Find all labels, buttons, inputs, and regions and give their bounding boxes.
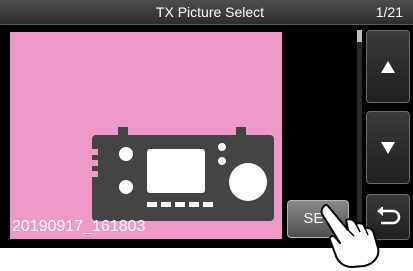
scroll-down-button[interactable] [366, 111, 410, 184]
title-bar: TX Picture Select 1/21 [0, 0, 413, 25]
picture-preview[interactable]: 20190917_161803 [10, 32, 282, 239]
screen-title: TX Picture Select [155, 4, 265, 20]
scroll-up-button[interactable] [366, 30, 410, 103]
scrollbar-thumb[interactable] [357, 30, 362, 42]
triangle-down-icon [381, 141, 395, 154]
triangle-up-icon [381, 60, 395, 73]
pointing-hand-icon [320, 204, 380, 268]
transceiver-picture [92, 127, 274, 221]
page-indicator: 1/21 [375, 4, 403, 20]
picture-filename: 20190917_161803 [12, 218, 146, 235]
